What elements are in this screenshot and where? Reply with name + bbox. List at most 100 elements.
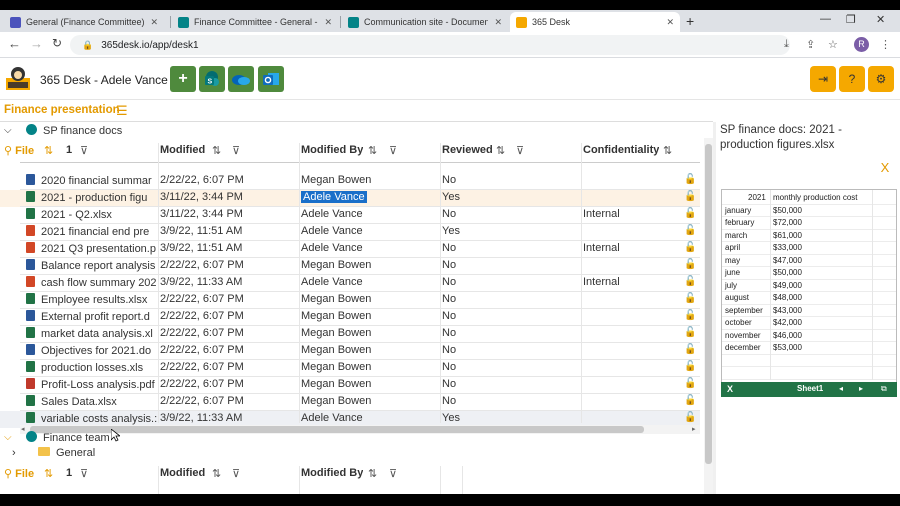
file-name-cell[interactable]: cash flow summary 202 xyxy=(26,276,158,289)
minimize-icon[interactable]: — xyxy=(820,13,831,25)
filter-icon[interactable]: ⊽ xyxy=(232,144,240,157)
new-tab-button[interactable]: + xyxy=(686,13,694,29)
browser-tab-communication[interactable]: Communication site - Document ✕ xyxy=(342,12,508,32)
settings-button[interactable]: ⚙ xyxy=(868,66,894,92)
lock-icon[interactable]: 🔓 xyxy=(684,395,696,406)
help-button[interactable]: ? xyxy=(839,66,865,92)
file-name-cell[interactable]: market data analysis.xl xyxy=(26,327,158,340)
horizontal-scroll-thumb[interactable] xyxy=(30,426,644,433)
table-row[interactable]: Objectives for 2021.do 2/22/22, 6:07 PM Me… xyxy=(0,343,700,360)
onedrive-button[interactable] xyxy=(228,66,254,92)
lock-icon[interactable]: 🔓 xyxy=(684,327,696,338)
table-row[interactable]: market data analysis.xl 2/22/22, 6:07 PM M… xyxy=(0,326,700,343)
reload-icon[interactable]: ↻ xyxy=(52,36,62,50)
scroll-left-icon[interactable]: ◂ xyxy=(21,425,25,433)
file-name-cell[interactable]: 2021 - Q2.xlsx xyxy=(26,208,158,221)
lock-icon[interactable]: 🔓 xyxy=(684,259,696,270)
modified-column-header[interactable]: Modified xyxy=(160,144,205,156)
star-icon[interactable]: ☆ xyxy=(828,38,838,51)
file-name-cell[interactable]: variable costs analysis.: xyxy=(26,412,158,425)
table-row[interactable]: External profit report.d 2/22/22, 6:07 PM… xyxy=(0,309,700,326)
chevron-right-icon[interactable]: › xyxy=(12,447,16,459)
file-name-cell[interactable]: 2020 financial summar xyxy=(26,174,158,187)
file-name-cell[interactable]: Balance report analysis xyxy=(26,259,158,272)
sort-icon[interactable]: ⇅ xyxy=(212,144,221,157)
chevron-down-icon[interactable]: ⌵ xyxy=(4,125,12,136)
sort-icon[interactable]: ⇅ xyxy=(368,144,377,157)
sort-asc-icon[interactable]: ⇅ xyxy=(44,467,53,480)
filter-icon[interactable]: ⊽ xyxy=(389,467,397,480)
table-row[interactable]: 2021 - Q2.xlsx 3/11/22, 3:44 PM Adele Vanc… xyxy=(0,207,700,224)
library-toggle[interactable]: ⌵ xyxy=(4,431,12,443)
file-name-cell[interactable]: External profit report.d xyxy=(26,310,158,323)
lock-icon[interactable]: 🔓 xyxy=(684,378,696,389)
lock-icon[interactable]: 🔓 xyxy=(684,242,696,253)
close-icon[interactable]: ✕ xyxy=(666,17,674,28)
browser-tab-teams[interactable]: General (Finance Committee) | M✕ xyxy=(4,12,164,32)
table-row[interactable]: 2020 financial summar 2/22/22, 6:07 PM Meg… xyxy=(0,173,700,190)
modified-by-column-header[interactable]: Modified By xyxy=(301,467,363,479)
close-window-icon[interactable]: ✕ xyxy=(876,13,885,26)
sort-icon[interactable]: ⇅ xyxy=(663,144,672,157)
file-name-cell[interactable]: production losses.xls xyxy=(26,361,158,374)
lock-icon[interactable]: 🔓 xyxy=(684,174,696,185)
menu-icon[interactable]: ☰ xyxy=(116,103,128,119)
library-node[interactable]: SP finance docs xyxy=(26,124,122,137)
browser-tab-365desk[interactable]: 365 Desk ✕ xyxy=(510,12,680,32)
table-row[interactable]: 2021 Q3 presentation.p 3/9/22, 11:51 AM Ad… xyxy=(0,241,700,258)
file-name-cell[interactable]: 2021 - production figu xyxy=(26,191,158,204)
lock-icon[interactable]: 🔓 xyxy=(684,344,696,355)
filter-icon[interactable]: ⊽ xyxy=(80,144,88,157)
file-column-header[interactable]: ⚲ File xyxy=(4,467,34,480)
logout-button[interactable]: ⇥ xyxy=(810,66,836,92)
table-row[interactable]: Employee results.xlsx 2/22/22, 6:07 PM Meg… xyxy=(0,292,700,309)
sort-icon[interactable]: ⇅ xyxy=(496,144,505,157)
add-button[interactable]: + xyxy=(170,66,196,92)
lock-icon[interactable]: 🔓 xyxy=(684,310,696,321)
scroll-right-icon[interactable]: ▸ xyxy=(692,425,696,433)
close-preview-button[interactable]: X xyxy=(874,157,896,179)
section-title[interactable]: Finance presentation xyxy=(4,104,120,116)
install-icon[interactable]: ⤓ xyxy=(784,38,789,51)
filter-icon[interactable]: ⊽ xyxy=(389,144,397,157)
table-row[interactable]: Profit-Loss analysis.pdf 2/22/22, 6:07 PM… xyxy=(0,377,700,394)
file-name-cell[interactable]: Profit-Loss analysis.pdf xyxy=(26,378,158,391)
file-name-cell[interactable]: Sales Data.xlsx xyxy=(26,395,158,408)
file-name-cell[interactable]: 2021 financial end pre xyxy=(26,225,158,238)
file-name-cell[interactable]: 2021 Q3 presentation.p xyxy=(26,242,158,255)
library-node[interactable]: Finance team xyxy=(26,431,110,444)
table-row[interactable]: production losses.xls 2/22/22, 6:07 PM Meg… xyxy=(0,360,700,377)
file-column-header[interactable]: ⚲ File xyxy=(4,144,34,157)
close-icon[interactable]: ✕ xyxy=(150,17,158,28)
address-bar[interactable]: 🔒 365desk.io/app/desk1 xyxy=(70,35,790,55)
confidentiality-column-header[interactable]: Confidentiality xyxy=(583,144,659,156)
browser-tab-sharepoint[interactable]: Finance Committee - General - A ✕ xyxy=(172,12,338,32)
table-row[interactable]: Sales Data.xlsx 2/22/22, 6:07 PM Megan Bow… xyxy=(0,394,700,411)
prev-sheet-icon[interactable]: ◂ xyxy=(839,384,843,393)
close-icon[interactable]: ✕ xyxy=(324,17,332,28)
forward-icon[interactable]: → xyxy=(30,36,43,51)
table-row[interactable]: cash flow summary 202 3/9/22, 11:33 AM Ade… xyxy=(0,275,700,292)
close-icon[interactable]: ✕ xyxy=(494,17,502,28)
filter-icon[interactable]: ⊽ xyxy=(80,467,88,480)
next-sheet-icon[interactable]: ▸ xyxy=(859,384,863,393)
more-icon[interactable]: ⋮ xyxy=(880,38,891,51)
table-row[interactable]: 2021 - production figu 3/11/22, 3:44 PM Ad… xyxy=(0,190,700,207)
filter-icon[interactable]: ⊽ xyxy=(516,144,524,157)
lock-icon[interactable]: 🔓 xyxy=(684,412,696,423)
restore-icon[interactable]: ❐ xyxy=(846,13,856,26)
lock-icon[interactable]: 🔓 xyxy=(684,361,696,372)
back-icon[interactable]: ← xyxy=(8,36,21,51)
lock-icon[interactable]: 🔓 xyxy=(684,208,696,219)
filter-icon[interactable]: ⊽ xyxy=(232,467,240,480)
lock-icon[interactable]: 🔓 xyxy=(684,191,696,202)
sort-icon[interactable]: ⇅ xyxy=(368,467,377,480)
reviewed-column-header[interactable]: Reviewed xyxy=(442,144,493,156)
file-name-cell[interactable]: Employee results.xlsx xyxy=(26,293,158,306)
sheet-tab[interactable]: Sheet1 xyxy=(797,384,823,393)
chevron-down-icon[interactable]: ⌵ xyxy=(4,432,12,443)
folder-node[interactable]: General xyxy=(38,447,95,459)
modified-by-column-header[interactable]: Modified By xyxy=(301,144,363,156)
expand-icon[interactable]: ⧉ xyxy=(881,384,887,394)
sharepoint-button[interactable]: S xyxy=(199,66,225,92)
